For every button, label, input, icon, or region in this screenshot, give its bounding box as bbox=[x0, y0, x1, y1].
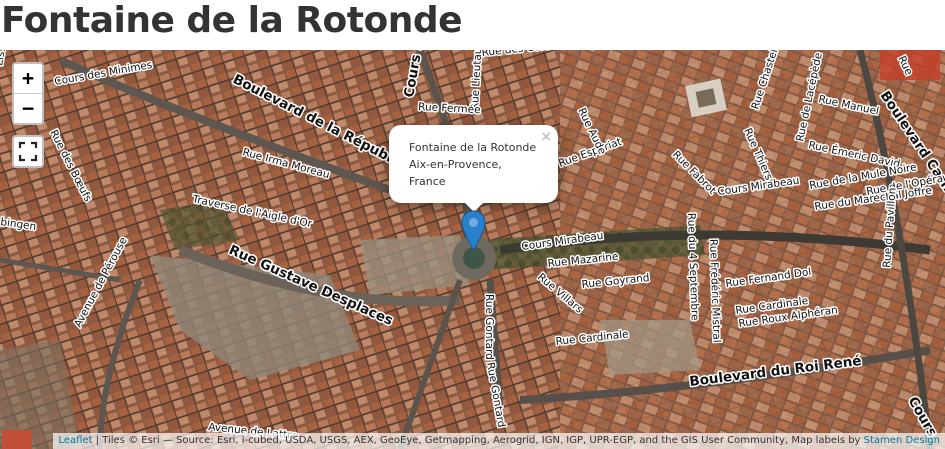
street-label: Rue Irma Moreau bbox=[241, 146, 331, 181]
map-container[interactable]: Cours des Minimes Boulevard de la Républ… bbox=[0, 50, 945, 449]
attribution-text: | Tiles © Esri — Source: Esri, i-cubed, … bbox=[92, 435, 864, 446]
leaflet-link[interactable]: Leaflet bbox=[58, 435, 92, 446]
street-label: Rue Cardinale bbox=[555, 328, 629, 348]
street-label: Rue Thiers bbox=[741, 126, 775, 182]
map-popup: Fontaine de la Rotonde Aix-en-Provence, … bbox=[389, 125, 558, 212]
street-label: Rue Gontard bbox=[483, 294, 495, 360]
street-label: Avenue de Pérouse bbox=[72, 235, 130, 329]
street-label: Cours Mirabeau bbox=[521, 230, 604, 253]
street-label: Rue des Cordeliers bbox=[481, 50, 580, 59]
street-label: Rue du 4 Septembre bbox=[685, 213, 701, 321]
street-label: Rue des Bœufs bbox=[47, 128, 94, 204]
street-label: Rue Manuel bbox=[817, 93, 880, 118]
map-pin-icon bbox=[461, 210, 486, 252]
street-label: Rue bbox=[895, 54, 915, 77]
zoom-control: + − bbox=[12, 62, 44, 125]
street-label: Lisse bbox=[0, 50, 9, 67]
map-marker[interactable] bbox=[461, 210, 486, 252]
street-label: Rue Fernand Dol bbox=[725, 266, 812, 290]
zoom-in-button[interactable]: + bbox=[14, 64, 42, 93]
street-label: Cours des Minimes bbox=[53, 59, 153, 88]
fullscreen-button[interactable] bbox=[12, 135, 44, 168]
street-label: Rue Fabrot bbox=[670, 149, 718, 197]
street-label: Rue Chastel bbox=[749, 50, 780, 111]
street-label: Boulevard du Roi René bbox=[689, 353, 863, 390]
stamen-link[interactable]: Stamen Design bbox=[864, 435, 940, 446]
popup-close-button[interactable]: × bbox=[540, 129, 552, 145]
street-label: Rue Fermée bbox=[418, 101, 481, 116]
street-label: Rue Villars bbox=[535, 271, 585, 316]
street-label: Rue Gustave Desplaces bbox=[226, 242, 395, 329]
map-attribution: Leaflet | Tiles © Esri — Source: Esri, i… bbox=[53, 433, 945, 449]
street-label: Rue Lieutaud bbox=[469, 50, 485, 110]
popup-place-name: Fontaine de la Rotonde bbox=[409, 141, 537, 154]
popup-city: Aix-en-Provence, bbox=[409, 158, 502, 171]
popup-country: France bbox=[409, 175, 446, 188]
street-label: Cours Mirabeau bbox=[717, 175, 800, 198]
street-label: Rue Frédéric Mistral bbox=[707, 239, 723, 343]
page-title: Fontaine de la Rotonde bbox=[1, 0, 463, 41]
street-label: Rue Goyrand bbox=[581, 272, 650, 291]
street-label: Rue Mazarine bbox=[547, 251, 619, 270]
street-label: Rue Gontard bbox=[484, 361, 507, 428]
zoom-out-button[interactable]: − bbox=[14, 93, 42, 123]
street-label: Traverse de l'Aigle d'Or bbox=[190, 193, 313, 230]
popup-content: Fontaine de la Rotonde Aix-en-Provence, … bbox=[409, 139, 536, 190]
street-label: bingen bbox=[0, 216, 37, 233]
street-label: Cours Sextius bbox=[401, 50, 435, 99]
fullscreen-icon bbox=[18, 141, 38, 162]
